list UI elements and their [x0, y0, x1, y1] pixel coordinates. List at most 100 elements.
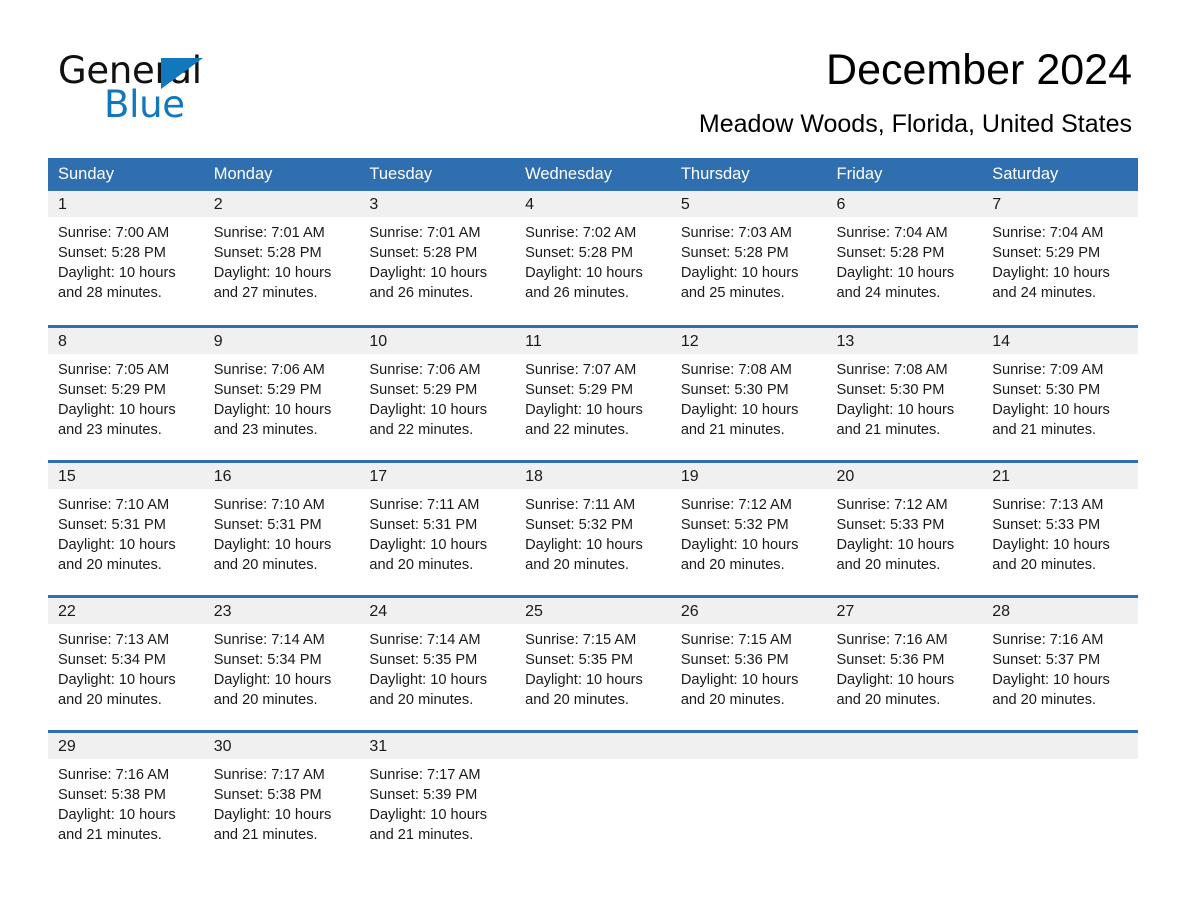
sunset-text: Sunset: 5:36 PM — [836, 651, 945, 668]
sunrise-text: Sunrise: 7:04 AM — [836, 225, 948, 242]
day-details: Sunrise: 7:13 AM Sunset: 5:34 PM Dayligh… — [48, 624, 204, 710]
day-details: Sunrise: 7:01 AM Sunset: 5:28 PM Dayligh… — [359, 217, 515, 303]
daylight-line-2: and 21 minutes. — [213, 826, 318, 843]
calendar-day-cell[interactable]: 23 Sunrise: 7:14 AM Sunset: 5:34 PM Dayl… — [203, 596, 360, 732]
daylight-line-2: and 20 minutes. — [369, 556, 474, 573]
daylight-line-2: and 20 minutes. — [369, 691, 474, 708]
calendar-day-cell[interactable]: 24 Sunrise: 7:14 AM Sunset: 5:35 PM Dayl… — [359, 596, 516, 732]
sunset-text: Sunset: 5:35 PM — [369, 651, 478, 668]
calendar-day-cell[interactable]: 4 Sunrise: 7:02 AM Sunset: 5:28 PM Dayli… — [515, 191, 671, 327]
weekday-header-thursday: Thursday — [670, 158, 827, 192]
sunset-text: Sunset: 5:30 PM — [992, 381, 1101, 398]
calendar-table: Sunday Monday Tuesday Wednesday Thursday… — [48, 158, 1138, 856]
calendar-day-cell[interactable]: 9 Sunrise: 7:06 AM Sunset: 5:29 PM Dayli… — [203, 326, 360, 462]
calendar-day-cell[interactable]: 21 Sunrise: 7:13 AM Sunset: 5:33 PM Dayl… — [982, 461, 1138, 597]
day-number: 26 — [670, 597, 827, 624]
day-number: 27 — [826, 597, 983, 624]
calendar-day-cell[interactable]: 10 Sunrise: 7:06 AM Sunset: 5:29 PM Dayl… — [359, 326, 516, 462]
day-number: 3 — [359, 191, 516, 218]
calendar-day-cell[interactable]: 31 Sunrise: 7:17 AM Sunset: 5:39 PM Dayl… — [359, 731, 516, 856]
daylight-line-1: Daylight: 10 hours — [58, 401, 176, 418]
daylight-line-1: Daylight: 10 hours — [525, 401, 643, 418]
daylight-line-2: and 26 minutes. — [369, 285, 474, 302]
calendar-day-cell-empty — [982, 731, 1138, 856]
sunrise-text: Sunrise: 7:13 AM — [58, 631, 170, 648]
calendar-day-cell[interactable]: 19 Sunrise: 7:12 AM Sunset: 5:32 PM Dayl… — [670, 461, 827, 597]
weekday-header-wednesday: Wednesday — [515, 158, 671, 192]
day-details: Sunrise: 7:01 AM Sunset: 5:28 PM Dayligh… — [204, 217, 360, 303]
calendar-day-cell[interactable]: 5 Sunrise: 7:03 AM Sunset: 5:28 PM Dayli… — [670, 191, 827, 327]
daylight-line-1: Daylight: 10 hours — [525, 671, 643, 688]
daylight-line-1: Daylight: 10 hours — [992, 671, 1110, 688]
calendar-day-cell[interactable]: 11 Sunrise: 7:07 AM Sunset: 5:29 PM Dayl… — [515, 326, 671, 462]
day-number: 13 — [826, 327, 983, 354]
daylight-line-1: Daylight: 10 hours — [369, 671, 488, 688]
calendar-week-row: 1 Sunrise: 7:00 AM Sunset: 5:28 PM Dayli… — [48, 191, 1138, 327]
day-number: 28 — [982, 597, 1138, 624]
calendar-day-cell[interactable]: 28 Sunrise: 7:16 AM Sunset: 5:37 PM Dayl… — [982, 596, 1138, 732]
day-number: 6 — [826, 191, 983, 218]
day-number: 22 — [48, 597, 204, 624]
calendar-day-cell-empty — [515, 731, 671, 856]
calendar-day-cell[interactable]: 3 Sunrise: 7:01 AM Sunset: 5:28 PM Dayli… — [359, 191, 516, 327]
daylight-line-2: and 20 minutes. — [58, 691, 162, 708]
calendar-day-cell[interactable]: 1 Sunrise: 7:00 AM Sunset: 5:28 PM Dayli… — [48, 191, 204, 327]
calendar-day-cell[interactable]: 22 Sunrise: 7:13 AM Sunset: 5:34 PM Dayl… — [48, 596, 204, 732]
calendar-day-cell[interactable]: 6 Sunrise: 7:04 AM Sunset: 5:28 PM Dayli… — [826, 191, 983, 327]
sunset-text: Sunset: 5:30 PM — [680, 381, 789, 398]
calendar-day-cell[interactable]: 30 Sunrise: 7:17 AM Sunset: 5:38 PM Dayl… — [203, 731, 360, 856]
calendar-day-cell[interactable]: 14 Sunrise: 7:09 AM Sunset: 5:30 PM Dayl… — [982, 326, 1138, 462]
day-number: 1 — [48, 191, 204, 218]
sunset-text: Sunset: 5:33 PM — [836, 516, 945, 533]
day-number: 5 — [670, 191, 827, 218]
calendar-day-cell[interactable]: 27 Sunrise: 7:16 AM Sunset: 5:36 PM Dayl… — [826, 596, 983, 732]
calendar-day-cell[interactable]: 15 Sunrise: 7:10 AM Sunset: 5:31 PM Dayl… — [48, 461, 204, 597]
calendar-day-cell[interactable]: 29 Sunrise: 7:16 AM Sunset: 5:38 PM Dayl… — [48, 731, 204, 856]
daylight-line-1: Daylight: 10 hours — [992, 265, 1110, 282]
calendar-day-cell[interactable]: 26 Sunrise: 7:15 AM Sunset: 5:36 PM Dayl… — [670, 596, 827, 732]
calendar-day-cell[interactable]: 25 Sunrise: 7:15 AM Sunset: 5:35 PM Dayl… — [515, 596, 671, 732]
sunrise-text: Sunrise: 7:15 AM — [680, 631, 792, 648]
calendar-day-cell[interactable]: 18 Sunrise: 7:11 AM Sunset: 5:32 PM Dayl… — [515, 461, 671, 597]
day-number: 12 — [670, 327, 827, 354]
daylight-line-2: and 20 minutes. — [213, 556, 318, 573]
day-number: 21 — [982, 462, 1138, 489]
weekday-header-friday: Friday — [826, 158, 983, 192]
calendar-day-cell[interactable]: 16 Sunrise: 7:10 AM Sunset: 5:31 PM Dayl… — [203, 461, 360, 597]
calendar-day-cell[interactable]: 2 Sunrise: 7:01 AM Sunset: 5:28 PM Dayli… — [203, 191, 360, 327]
daylight-line-2: and 20 minutes. — [680, 691, 785, 708]
day-details: Sunrise: 7:17 AM Sunset: 5:38 PM Dayligh… — [204, 759, 360, 845]
daylight-line-1: Daylight: 10 hours — [58, 671, 176, 688]
sunrise-text: Sunrise: 7:14 AM — [213, 631, 325, 648]
general-blue-logo[interactable]: General Blue — [58, 44, 218, 123]
sunrise-text: Sunrise: 7:05 AM — [58, 361, 170, 378]
daylight-line-2: and 20 minutes. — [680, 556, 785, 573]
calendar-week-row: 8 Sunrise: 7:05 AM Sunset: 5:29 PM Dayli… — [48, 326, 1138, 462]
day-details: Sunrise: 7:10 AM Sunset: 5:31 PM Dayligh… — [204, 489, 360, 575]
day-number: 2 — [203, 191, 360, 218]
daylight-line-2: and 20 minutes. — [213, 691, 318, 708]
daylight-line-2: and 21 minutes. — [369, 826, 474, 843]
calendar-day-cell[interactable]: 7 Sunrise: 7:04 AM Sunset: 5:29 PM Dayli… — [982, 191, 1138, 327]
daylight-line-2: and 23 minutes. — [213, 421, 318, 438]
day-number: 16 — [203, 462, 360, 489]
calendar-day-cell[interactable]: 20 Sunrise: 7:12 AM Sunset: 5:33 PM Dayl… — [826, 461, 983, 597]
daylight-line-2: and 21 minutes. — [680, 421, 785, 438]
calendar-day-cell[interactable]: 17 Sunrise: 7:11 AM Sunset: 5:31 PM Dayl… — [359, 461, 516, 597]
day-details: Sunrise: 7:16 AM Sunset: 5:38 PM Dayligh… — [48, 759, 204, 845]
day-number — [515, 732, 671, 759]
day-details: Sunrise: 7:13 AM Sunset: 5:33 PM Dayligh… — [982, 489, 1138, 575]
daylight-line-1: Daylight: 10 hours — [992, 401, 1110, 418]
calendar-day-cell[interactable]: 8 Sunrise: 7:05 AM Sunset: 5:29 PM Dayli… — [48, 326, 204, 462]
calendar-header-row: Sunday Monday Tuesday Wednesday Thursday… — [48, 158, 1138, 192]
sunrise-text: Sunrise: 7:01 AM — [213, 225, 325, 242]
sunset-text: Sunset: 5:31 PM — [369, 516, 478, 533]
sunrise-text: Sunrise: 7:03 AM — [680, 225, 792, 242]
sunrise-text: Sunrise: 7:16 AM — [58, 766, 170, 783]
calendar-day-cell[interactable]: 13 Sunrise: 7:08 AM Sunset: 5:30 PM Dayl… — [826, 326, 983, 462]
sunrise-text: Sunrise: 7:06 AM — [213, 361, 325, 378]
day-number: 4 — [515, 191, 671, 218]
title-block: December 2024 Meadow Woods, Florida, Uni… — [699, 44, 1132, 139]
calendar-day-cell[interactable]: 12 Sunrise: 7:08 AM Sunset: 5:30 PM Dayl… — [670, 326, 827, 462]
sunset-text: Sunset: 5:28 PM — [369, 245, 478, 262]
